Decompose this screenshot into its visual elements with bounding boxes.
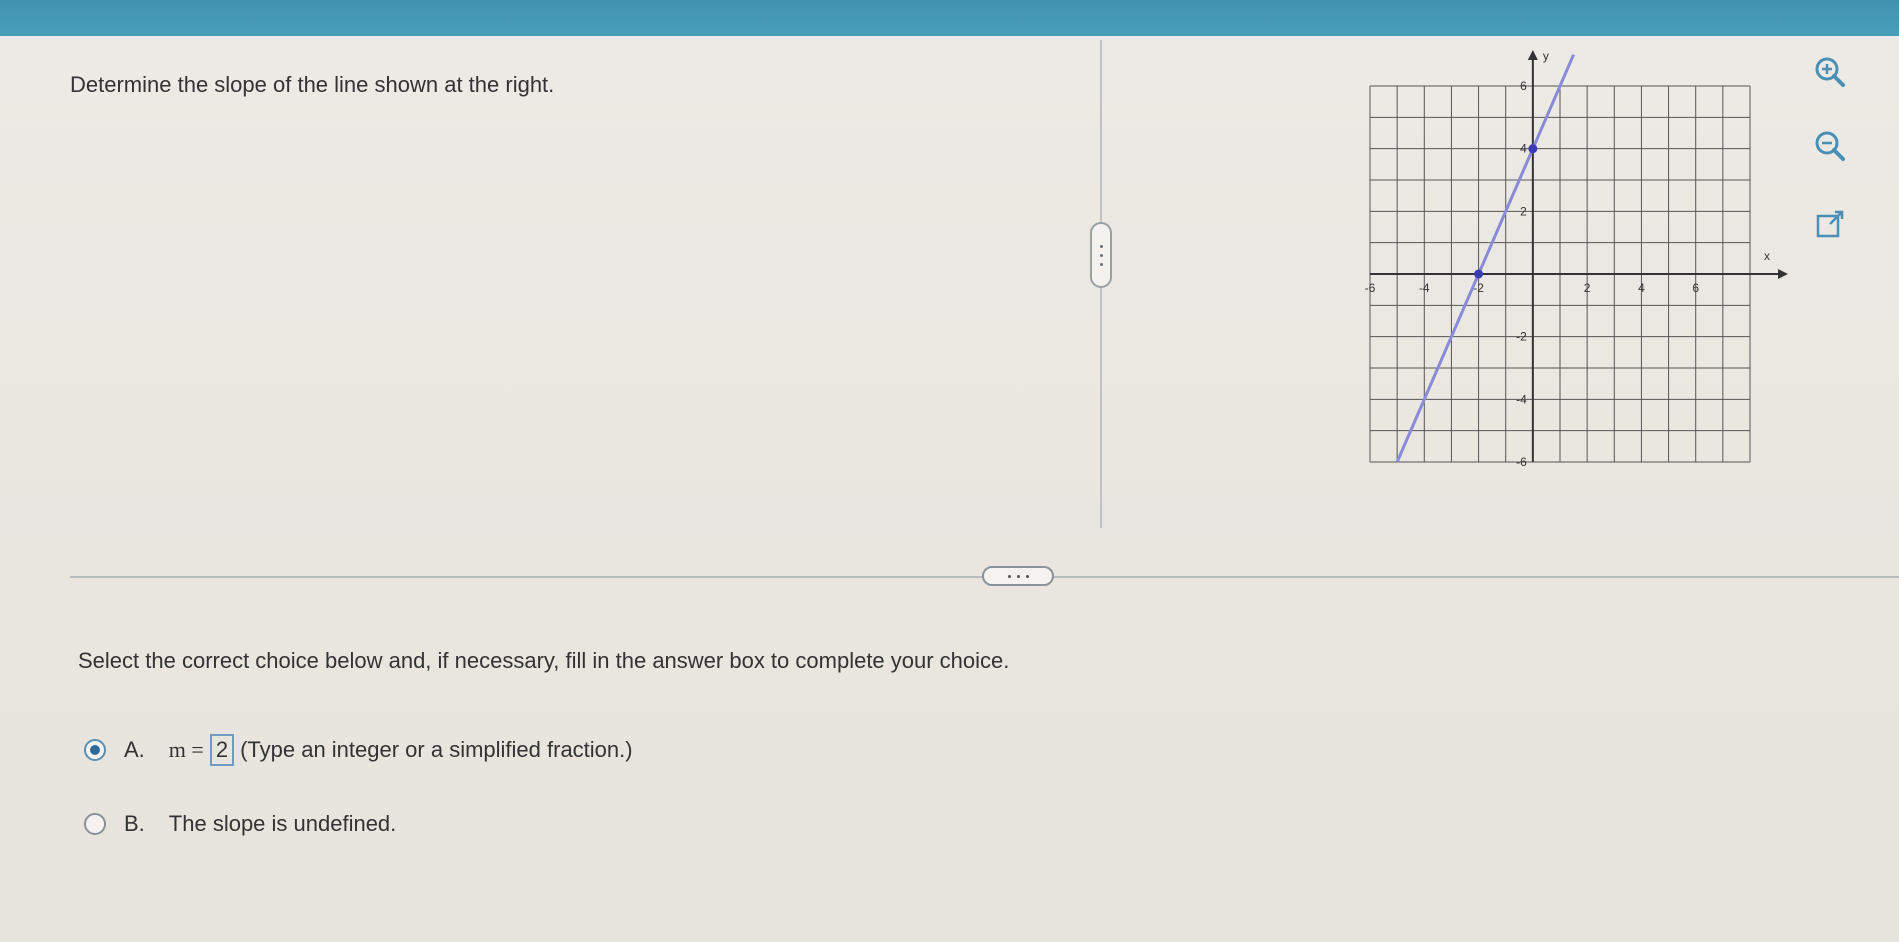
x-axis-arrow bbox=[1778, 269, 1788, 279]
more-dot bbox=[1007, 574, 1011, 578]
zoom-in-icon[interactable] bbox=[1808, 50, 1852, 94]
y-tick-label: -2 bbox=[1516, 330, 1527, 344]
y-tick-label: 2 bbox=[1520, 204, 1527, 218]
split-drag-handle[interactable] bbox=[1090, 222, 1112, 288]
graph-axes: yx bbox=[1370, 49, 1788, 462]
slope-answer-input[interactable]: 2 bbox=[209, 734, 235, 766]
choice-b-text: The slope is undefined. bbox=[168, 811, 397, 836]
slope-equation-prefix: m = bbox=[168, 737, 204, 762]
x-tick-label: 6 bbox=[1692, 281, 1699, 295]
instructions-text: Select the correct choice below and, if … bbox=[78, 648, 1010, 673]
question-text: Determine the slope of the line shown at… bbox=[70, 72, 555, 97]
choice-b-radio[interactable] bbox=[84, 813, 106, 835]
y-tick-label: 6 bbox=[1520, 79, 1527, 93]
more-dot bbox=[1025, 574, 1029, 578]
choice-a-hint: (Type an integer or a simplified fractio… bbox=[240, 737, 633, 762]
handle-dot bbox=[1099, 262, 1103, 266]
choice-b-letter: B. bbox=[124, 811, 145, 836]
choice-a[interactable]: A. m = 2 (Type an integer or a simplifie… bbox=[84, 734, 633, 766]
choice-b[interactable]: B. The slope is undefined. bbox=[84, 808, 396, 840]
y-tick-label: -6 bbox=[1516, 455, 1527, 469]
plotted-line bbox=[1395, 54, 1575, 463]
zoom-out-icon[interactable] bbox=[1808, 124, 1852, 168]
x-axis-label: x bbox=[1764, 249, 1770, 263]
x-tick-label: -4 bbox=[1419, 281, 1430, 295]
graph-plot bbox=[1395, 54, 1575, 463]
choice-a-letter: A. bbox=[124, 737, 145, 762]
choice-a-radio[interactable] bbox=[84, 739, 106, 761]
handle-dot bbox=[1099, 244, 1103, 248]
y-tick-label: 4 bbox=[1520, 142, 1527, 156]
more-options-button[interactable] bbox=[982, 566, 1054, 586]
handle-dot bbox=[1099, 253, 1103, 257]
x-tick-label: 2 bbox=[1584, 281, 1591, 295]
coordinate-graph: yx -6 -4 -2 2 4 6642-2-4-6 bbox=[1365, 49, 1788, 469]
y-axis-arrow bbox=[1527, 50, 1538, 60]
x-tick-label: -6 bbox=[1365, 281, 1376, 295]
plotted-point bbox=[1474, 269, 1484, 279]
more-dot bbox=[1016, 574, 1020, 578]
x-tick-label: 4 bbox=[1638, 281, 1645, 295]
y-axis-label: y bbox=[1543, 49, 1549, 63]
plotted-point bbox=[1528, 144, 1538, 154]
popout-icon[interactable] bbox=[1808, 202, 1852, 246]
y-tick-label: -4 bbox=[1516, 392, 1527, 406]
radio-selected-dot bbox=[90, 745, 100, 755]
